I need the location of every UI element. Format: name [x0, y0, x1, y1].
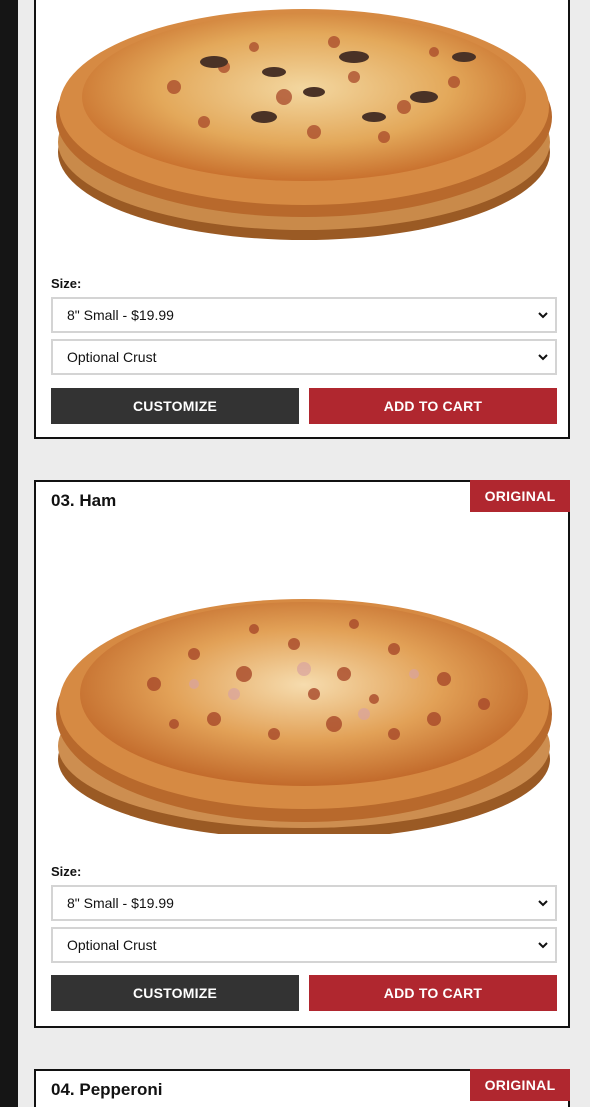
chevron-down-icon [538, 312, 548, 319]
crust-select-value: Optional Crust [67, 349, 157, 365]
product-card-ham: ORIGINAL 03. Ham Size: 8" Small - $19.99… [34, 480, 570, 1028]
chevron-down-icon [538, 354, 548, 361]
size-select[interactable]: 8" Small - $19.99 [51, 297, 557, 333]
customize-button[interactable]: CUSTOMIZE [51, 975, 299, 1011]
size-label: Size: [51, 276, 82, 291]
left-sidebar-strip [0, 0, 18, 1107]
add-to-cart-button[interactable]: ADD TO CART [309, 975, 557, 1011]
customize-button[interactable]: CUSTOMIZE [51, 388, 299, 424]
chevron-down-icon [538, 900, 548, 907]
original-badge: ORIGINAL [470, 480, 570, 512]
crust-select-value: Optional Crust [67, 937, 157, 953]
product-card-pepperoni: ORIGINAL 04. Pepperoni [34, 1069, 570, 1107]
pizza-image-mushroom [56, 9, 552, 240]
size-select-value: 8" Small - $19.99 [67, 895, 174, 911]
product-title: 03. Ham [51, 491, 117, 510]
product-card-mushroom: Size: 8" Small - $19.99 Optional Crust C… [34, 0, 570, 439]
size-label: Size: [51, 864, 82, 879]
product-title: 04. Pepperoni [51, 1080, 163, 1099]
menu-page: Size: 8" Small - $19.99 Optional Crust C… [0, 0, 590, 1107]
crust-select[interactable]: Optional Crust [51, 927, 557, 963]
size-select[interactable]: 8" Small - $19.99 [51, 885, 557, 921]
chevron-down-icon [538, 942, 548, 949]
add-to-cart-button[interactable]: ADD TO CART [309, 388, 557, 424]
pizza-image-ham [56, 599, 552, 834]
size-select-value: 8" Small - $19.99 [67, 307, 174, 323]
original-badge: ORIGINAL [470, 1069, 570, 1101]
crust-select[interactable]: Optional Crust [51, 339, 557, 375]
